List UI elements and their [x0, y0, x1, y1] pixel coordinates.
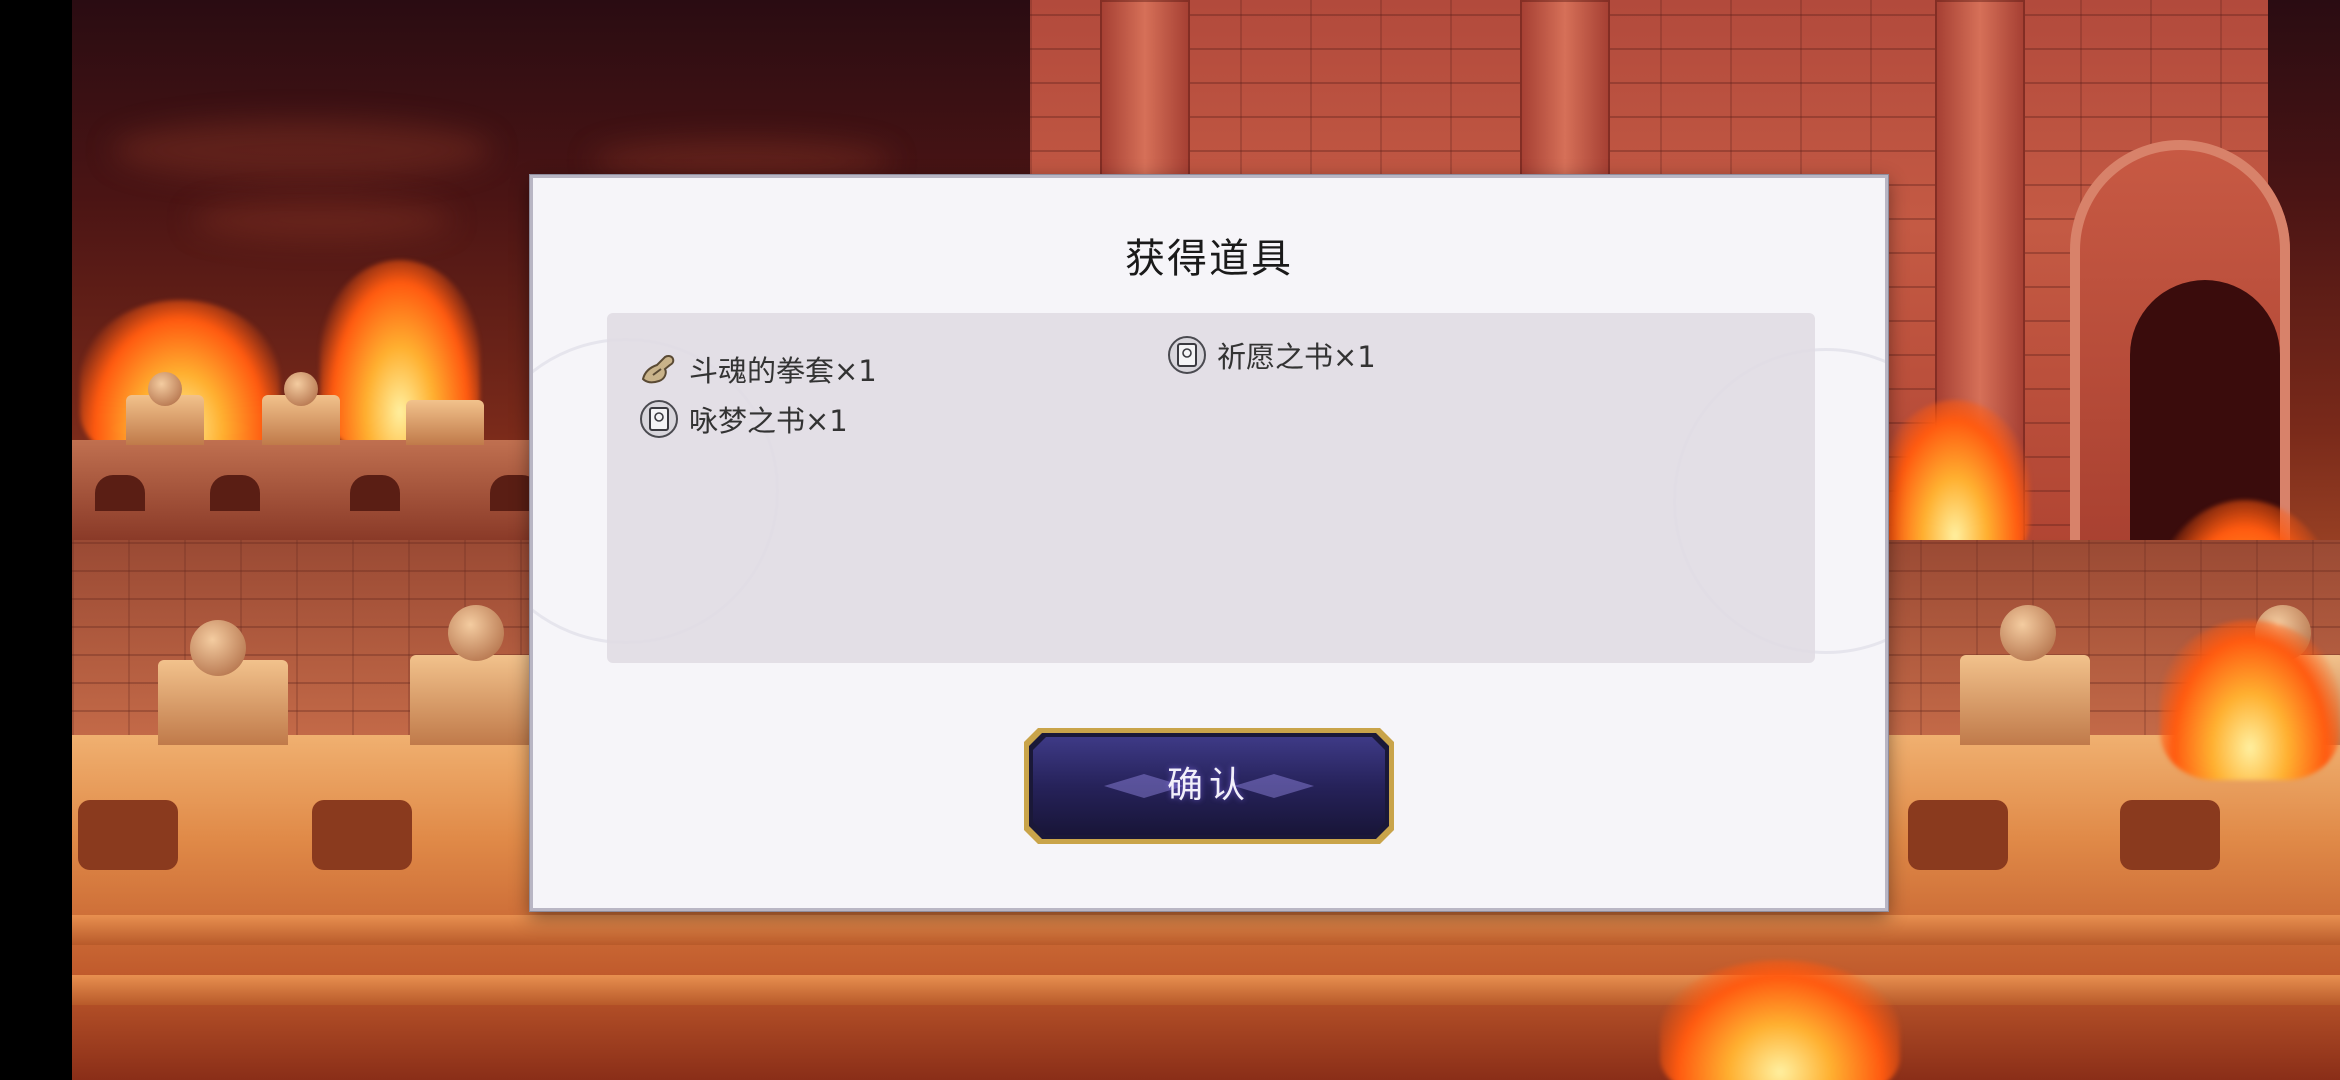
reward-item-label: 祈愿之书×1 — [1217, 340, 1376, 374]
dialog-title: 获得道具 — [1125, 236, 1293, 282]
game-screen: 获得道具 斗魂的拳套×1 祈愿之书×1 咏梦之书×1 确认 — [0, 0, 2340, 1080]
reward-item-label: 斗魂的拳套×1 — [689, 354, 877, 388]
book-icon — [1167, 335, 1207, 375]
confirm-button[interactable]: 确认 — [1024, 728, 1394, 844]
item-reward-dialog: 获得道具 斗魂的拳套×1 祈愿之书×1 咏梦之书×1 确认 — [530, 175, 1888, 911]
reward-item: 咏梦之书×1 — [639, 393, 848, 445]
reward-item-label: 咏梦之书×1 — [689, 404, 848, 438]
gauntlet-icon — [639, 349, 679, 389]
confirm-button-label: 确认 — [1166, 765, 1251, 806]
reward-item: 斗魂的拳套×1 — [639, 343, 877, 395]
reward-items-panel: 斗魂的拳套×1 祈愿之书×1 咏梦之书×1 — [607, 313, 1815, 663]
book-icon — [639, 399, 679, 439]
reward-item: 祈愿之书×1 — [1167, 329, 1376, 381]
